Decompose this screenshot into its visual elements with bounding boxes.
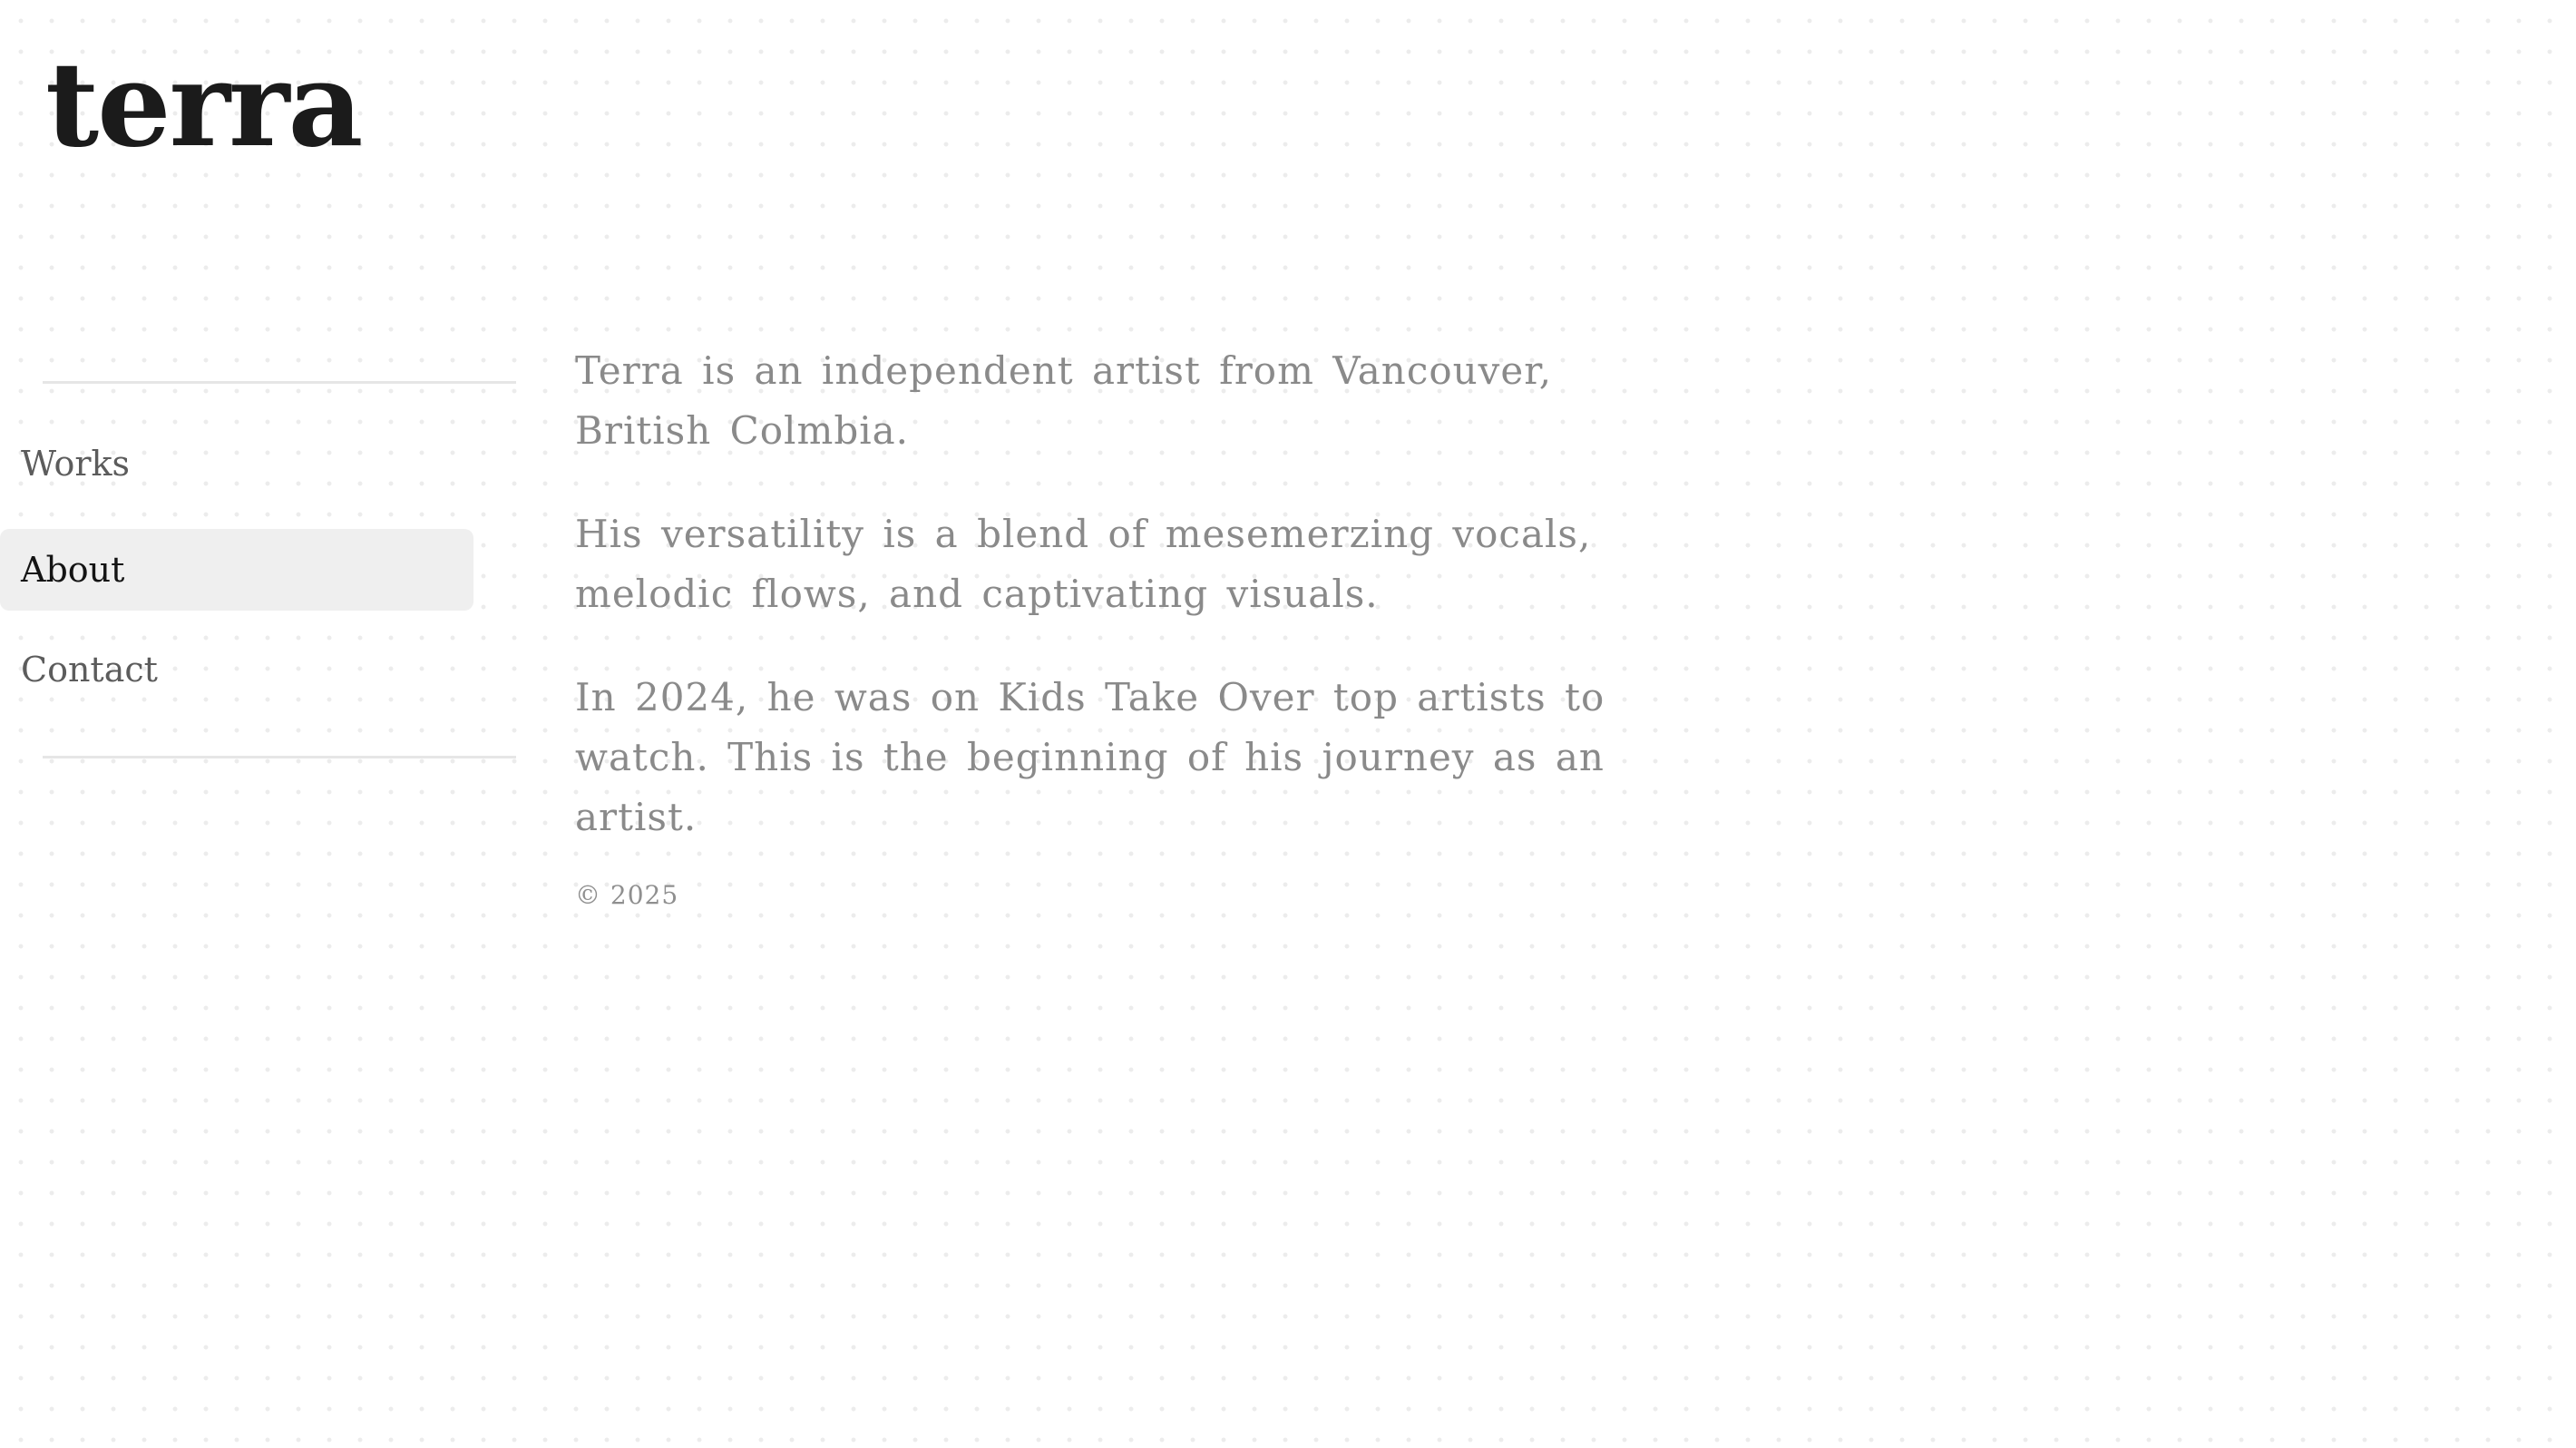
nav-item-works[interactable]: Works bbox=[0, 423, 473, 504]
site-logo[interactable]: terra bbox=[45, 47, 363, 163]
nav-item-contact[interactable]: Contact bbox=[0, 629, 473, 710]
nav-item-about[interactable]: About bbox=[0, 529, 473, 611]
about-paragraph-3: In 2024, he was on Kids Take Over top ar… bbox=[575, 675, 1605, 839]
copyright-footer: © 2025 bbox=[575, 880, 679, 910]
about-content: Terra is an independent artist from Vanc… bbox=[575, 341, 1627, 891]
about-paragraph-2: His versatility is a blend of mesemerzin… bbox=[575, 512, 1592, 616]
about-paragraph-1: Terra is an independent artist from Vanc… bbox=[575, 348, 1553, 453]
